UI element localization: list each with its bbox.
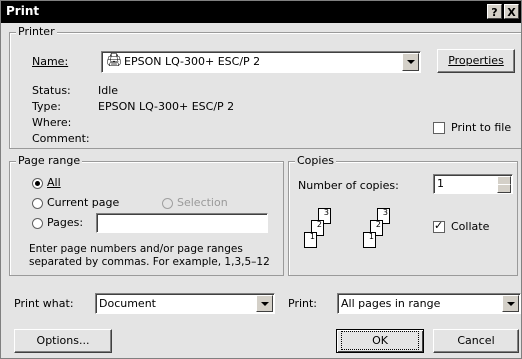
properties-label: Properties — [448, 54, 504, 67]
printer-name-select[interactable]: 🖨 EPSON LQ-300+ ESC/P 2 — [101, 51, 421, 73]
print-dialog: Print ? X Printer Name: 🖨 EPSON LQ-300+ … — [0, 0, 522, 359]
copies-spinner[interactable]: 1 — [433, 174, 513, 194]
options-label: Options... — [36, 334, 90, 347]
pages-radio[interactable] — [32, 218, 43, 229]
print-label: Print: — [288, 297, 318, 310]
cancel-button[interactable]: Cancel — [433, 329, 519, 353]
ok-label: OK — [341, 331, 419, 350]
pages-label: Pages: — [47, 216, 84, 229]
collate-label: Collate — [451, 220, 490, 233]
where-label: Where: — [32, 116, 72, 129]
print-to-file-label: Print to file — [451, 121, 512, 134]
collate-page-1-a: 1 — [304, 232, 317, 248]
page-range-hint: Enter page numbers and/or page ranges se… — [29, 243, 270, 268]
copies-group-label: Copies — [295, 154, 336, 167]
printer-name-dropdown-arrow[interactable] — [402, 53, 419, 71]
selection-label: Selection — [177, 196, 228, 209]
print-range-dropdown-arrow[interactable] — [502, 295, 519, 312]
dialog-title: Print — [6, 4, 40, 18]
ok-button[interactable]: OK — [336, 329, 424, 353]
collate-page-1-b: 1 — [363, 232, 376, 248]
printer-icon: 🖨 — [106, 53, 123, 68]
title-bar: Print ? X — [1, 1, 521, 23]
properties-button[interactable]: Properties — [437, 49, 515, 73]
comment-label: Comment: — [32, 132, 90, 145]
status-value: Idle — [98, 84, 119, 97]
current-page-radio[interactable] — [32, 198, 43, 209]
number-of-copies-label: Number of copies: — [298, 179, 399, 192]
all-radio[interactable] — [32, 178, 43, 189]
print-what-dropdown-arrow[interactable] — [256, 295, 273, 312]
collate-checkbox[interactable] — [433, 219, 445, 233]
copies-down-arrow[interactable] — [497, 184, 511, 193]
close-icon: X — [507, 6, 516, 19]
print-what-select[interactable]: Document — [95, 293, 275, 314]
print-what-value: Document — [99, 297, 156, 310]
page-range-group-label: Page range — [16, 154, 83, 167]
type-value: EPSON LQ-300+ ESC/P 2 — [98, 100, 235, 113]
help-button[interactable]: ? — [487, 4, 502, 19]
pages-input[interactable] — [96, 213, 268, 233]
print-range-select[interactable]: All pages in range — [337, 293, 521, 314]
close-button[interactable]: X — [504, 4, 519, 19]
print-what-label: Print what: — [14, 297, 74, 310]
type-label: Type: — [32, 100, 61, 113]
selection-radio[interactable] — [162, 198, 173, 209]
all-label: All — [47, 176, 61, 189]
print-to-file-checkbox[interactable] — [433, 122, 445, 134]
printer-group-label: Printer — [16, 25, 57, 38]
copies-value: 1 — [437, 177, 444, 190]
print-range-value: All pages in range — [341, 297, 441, 310]
cancel-label: Cancel — [457, 334, 495, 347]
name-label: Name: — [32, 55, 69, 68]
status-label: Status: — [32, 84, 71, 97]
help-icon: ? — [491, 6, 498, 19]
printer-name-value: EPSON LQ-300+ ESC/P 2 — [124, 55, 261, 68]
options-button[interactable]: Options... — [14, 329, 112, 353]
current-page-label: Current page — [47, 196, 120, 209]
